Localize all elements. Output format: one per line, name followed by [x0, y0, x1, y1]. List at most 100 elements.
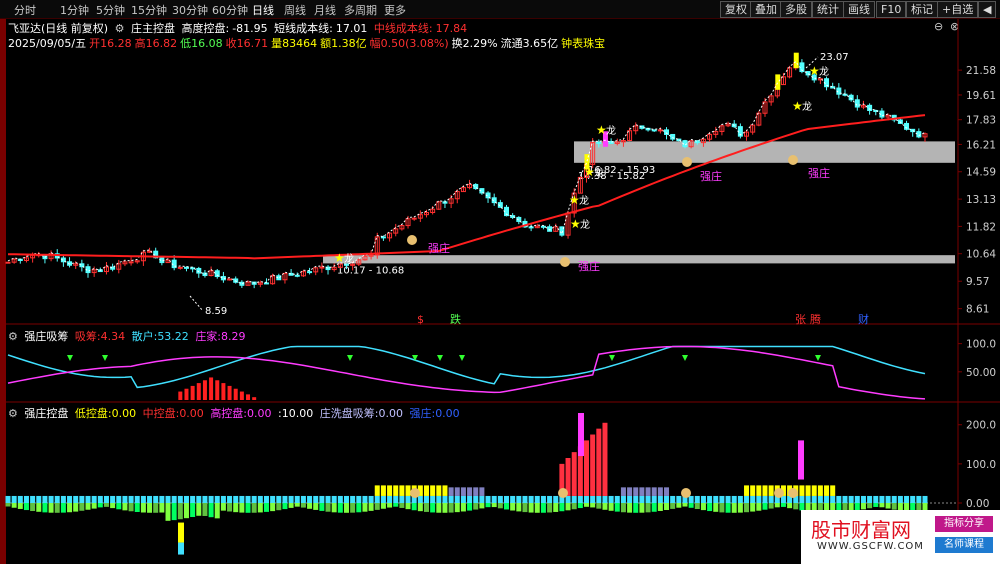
negative-bar: [793, 503, 799, 510]
positive-bar: [460, 495, 466, 503]
down-triangle-marker: [437, 355, 443, 361]
positive-bar: [48, 495, 54, 503]
negative-bar: [171, 503, 177, 521]
positive-bar: [768, 495, 774, 503]
positive-bar: [639, 495, 645, 503]
positive-bar: [17, 495, 23, 503]
positive-bar: [873, 495, 879, 503]
price-axis-label: 14.59: [966, 167, 996, 179]
positive-bar: [67, 495, 73, 503]
positive-bar: [42, 495, 48, 503]
candle-body: [547, 226, 553, 232]
positive-bar: [300, 495, 306, 503]
control-bar: [374, 485, 380, 496]
negative-bar: [220, 503, 226, 511]
positive-bar: [208, 495, 214, 503]
control-bar: [651, 487, 657, 496]
price-axis-label: 16.21: [966, 139, 996, 151]
control-bar: [405, 485, 411, 496]
control-bar: [830, 485, 836, 496]
negative-bar: [694, 503, 700, 510]
absorb-bar: [184, 388, 189, 400]
positive-bar: [147, 495, 153, 503]
watermark-logo: 股市财富网 WWW.GSCFW.COM 指标分享 名师课程: [801, 510, 1000, 564]
chart-canvas[interactable]: 21.58 19.61 17.83 16.21 14.59 13.13 11.82 10.64…: [0, 0, 1000, 564]
positive-bar: [294, 495, 300, 503]
negative-bar: [380, 503, 386, 509]
negative-bar: [30, 503, 36, 512]
positive-bar: [879, 495, 885, 503]
control-bar: [423, 485, 429, 496]
price-axis-label: 8.61: [966, 304, 989, 316]
negative-bar: [442, 503, 448, 513]
negative-bar: [522, 503, 528, 513]
positive-bar: [337, 495, 343, 503]
negative-bar: [147, 503, 153, 513]
negative-bar: [67, 503, 73, 513]
control-bar: [590, 434, 596, 496]
banker-line: [7, 345, 926, 400]
negative-bar: [879, 503, 885, 508]
tag-course[interactable]: 名师课程: [935, 537, 993, 553]
candle-body: [596, 141, 602, 144]
negative-bar: [620, 503, 626, 513]
strong-banker-label: 强庄: [808, 166, 830, 180]
absorb-bar: [202, 380, 207, 400]
positive-bar: [454, 495, 460, 503]
positive-bar: [657, 495, 663, 503]
positive-bar: [645, 495, 651, 503]
down-triangle-marker: [682, 355, 688, 361]
negative-bar: [227, 503, 233, 512]
positive-bar: [153, 495, 159, 503]
positive-bar: [313, 495, 319, 503]
positive-bar: [387, 495, 393, 503]
negative-bar: [540, 503, 546, 513]
positive-bar: [393, 495, 399, 503]
peak-bar: [578, 413, 584, 457]
negative-bar: [110, 503, 116, 509]
candle-body: [183, 266, 189, 269]
positive-bar: [202, 495, 208, 503]
positive-bar: [430, 495, 436, 503]
control-bar: [664, 487, 670, 496]
positive-bar: [725, 495, 731, 503]
positive-bar: [842, 495, 848, 503]
dragon-label: 龙: [579, 194, 589, 207]
positive-bar: [811, 495, 817, 503]
negative-bar: [140, 503, 146, 513]
down-triangle-marker: [609, 355, 615, 361]
positive-bar: [916, 495, 922, 503]
positive-bar: [251, 495, 257, 503]
negative-bar: [350, 503, 356, 513]
negative-bar: [128, 503, 134, 512]
control-bar: [479, 487, 485, 496]
positive-bar: [282, 495, 288, 503]
control-bar: [584, 440, 590, 496]
negative-bar: [430, 503, 436, 513]
negative-bar: [639, 503, 645, 513]
control-bar: [756, 485, 762, 496]
control-bar: [744, 485, 750, 496]
positive-bar: [214, 495, 220, 503]
negative-bar: [577, 503, 583, 509]
positive-bar: [227, 495, 233, 503]
positive-bar: [516, 495, 522, 503]
panel3-axis-label: 100.0: [966, 459, 996, 471]
tag-share[interactable]: 指标分享: [935, 516, 993, 532]
absorb-bar: [196, 383, 201, 400]
candle-body: [651, 129, 657, 132]
positive-bar: [688, 495, 694, 503]
event-marker: 财: [858, 312, 869, 326]
negative-bar: [448, 503, 454, 513]
negative-bar: [645, 503, 651, 513]
candle-body: [854, 99, 860, 108]
positive-bar: [171, 495, 177, 503]
positive-bar: [824, 495, 830, 503]
negative-bar: [393, 503, 399, 507]
control-bar: [817, 485, 823, 496]
positive-bar: [134, 495, 140, 503]
negative-bar: [134, 503, 140, 512]
control-bar: [473, 487, 479, 496]
positive-bar: [54, 495, 60, 503]
positive-bar: [700, 495, 706, 503]
